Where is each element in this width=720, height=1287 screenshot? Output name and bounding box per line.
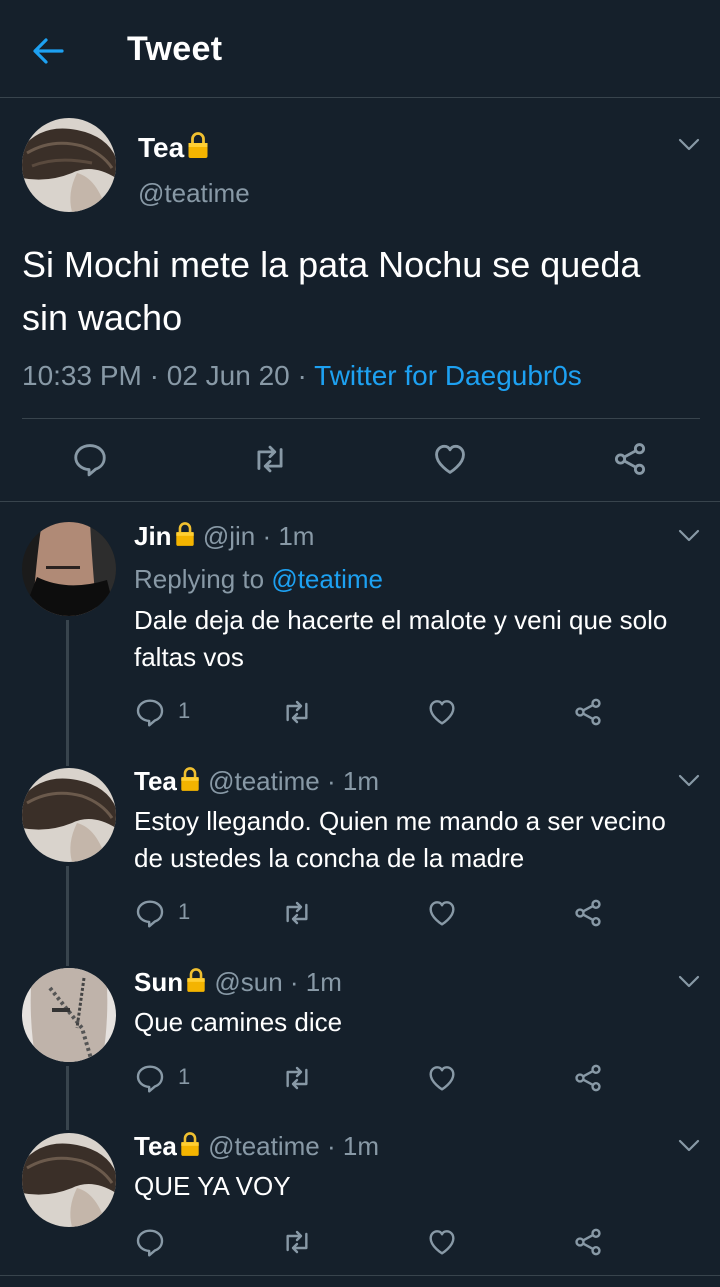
reply-icon[interactable] xyxy=(134,1226,166,1258)
reply-time: 1m xyxy=(342,1131,379,1161)
share-icon[interactable] xyxy=(572,897,604,929)
author-name[interactable]: Tea xyxy=(134,766,177,796)
tweet-text: Si Mochi mete la pata Nochu se queda sin… xyxy=(22,244,641,338)
retweet-icon[interactable] xyxy=(281,1226,313,1258)
lock-icon xyxy=(185,966,207,994)
divider xyxy=(0,1275,720,1276)
author-handle[interactable]: @jin xyxy=(203,521,255,551)
reply-count: 1 xyxy=(178,698,191,723)
reply-header: Tea @teatime · 1m xyxy=(134,765,379,796)
reply-time: 1m xyxy=(278,521,315,551)
reply-text: Que camines dice xyxy=(134,1007,343,1037)
like-icon[interactable] xyxy=(426,1062,458,1094)
tweet-date: 02 Jun 20 xyxy=(166,360,290,391)
reply-icon[interactable] xyxy=(134,696,166,728)
reply-actions: 1 xyxy=(0,1062,720,1096)
avatar[interactable] xyxy=(22,768,116,862)
author-name[interactable]: Sun xyxy=(134,967,183,997)
chevron-down-icon[interactable] xyxy=(677,1138,701,1154)
tweet-time: 10:33 PM xyxy=(22,360,142,391)
reply-header: Jin @jin · 1m xyxy=(134,520,315,551)
reply-actions xyxy=(0,1226,720,1260)
reply-count: 1 xyxy=(178,1064,191,1089)
chevron-down-icon[interactable] xyxy=(677,137,701,153)
chevron-down-icon[interactable] xyxy=(677,528,701,544)
replying-to: Replying to @teatime xyxy=(134,564,383,594)
author-name[interactable]: Tea xyxy=(134,1131,177,1161)
retweet-icon[interactable] xyxy=(281,897,313,929)
reply-text: Dale deja de hacerte el malote y veni qu… xyxy=(134,605,668,672)
reply-header: Sun @sun · 1m xyxy=(134,966,342,997)
share-icon[interactable] xyxy=(572,1062,604,1094)
retweet-icon[interactable] xyxy=(251,440,289,478)
retweet-icon[interactable] xyxy=(281,696,313,728)
avatar[interactable] xyxy=(22,522,116,616)
avatar[interactable] xyxy=(22,1133,116,1227)
author-handle[interactable]: @sun xyxy=(214,967,282,997)
divider xyxy=(0,501,720,502)
like-icon[interactable] xyxy=(426,696,458,728)
chevron-down-icon[interactable] xyxy=(677,773,701,789)
reply-time: 1m xyxy=(305,967,342,997)
lock-icon xyxy=(179,765,201,793)
lock-icon xyxy=(186,130,210,160)
author-name[interactable]: Jin xyxy=(134,521,172,551)
tweet-actions xyxy=(0,440,720,480)
share-icon[interactable] xyxy=(572,696,604,728)
lock-icon xyxy=(174,520,196,548)
avatar[interactable] xyxy=(22,118,116,212)
reply-count: 1 xyxy=(178,899,191,924)
top-bar: Tweet xyxy=(0,0,720,98)
avatar[interactable] xyxy=(22,968,116,1062)
reply-icon[interactable] xyxy=(71,440,109,478)
author-handle[interactable]: @teatime xyxy=(138,178,250,209)
share-icon[interactable] xyxy=(611,440,649,478)
tweet-meta: 10:33 PM · 02 Jun 20 · Twitter for Daegu… xyxy=(22,360,582,391)
reply-actions: 1 xyxy=(0,897,720,931)
reply-text: QUE YA VOY xyxy=(134,1171,291,1201)
reply-icon[interactable] xyxy=(134,1062,166,1094)
author-handle[interactable]: @teatime xyxy=(208,1131,320,1161)
thread-line xyxy=(66,620,69,766)
reply-text: Estoy llegando. Quien me mando a ser vec… xyxy=(134,806,666,873)
reply-header: Tea @teatime · 1m xyxy=(134,1130,379,1161)
author-name[interactable]: Tea xyxy=(138,130,210,164)
reply-time: 1m xyxy=(342,766,379,796)
lock-icon xyxy=(179,1130,201,1158)
share-icon[interactable] xyxy=(572,1226,604,1258)
like-icon[interactable] xyxy=(426,897,458,929)
tweet-source-link[interactable]: Twitter for Daegubr0s xyxy=(314,360,582,391)
reply-icon[interactable] xyxy=(134,897,166,929)
page-title: Tweet xyxy=(127,30,223,68)
like-icon[interactable] xyxy=(431,440,469,478)
mention-link[interactable]: @teatime xyxy=(271,564,383,594)
chevron-down-icon[interactable] xyxy=(677,974,701,990)
back-arrow-icon[interactable] xyxy=(30,34,66,68)
reply-actions: 1 xyxy=(0,696,720,730)
retweet-icon[interactable] xyxy=(281,1062,313,1094)
divider xyxy=(22,418,700,419)
author-handle[interactable]: @teatime xyxy=(208,766,320,796)
like-icon[interactable] xyxy=(426,1226,458,1258)
